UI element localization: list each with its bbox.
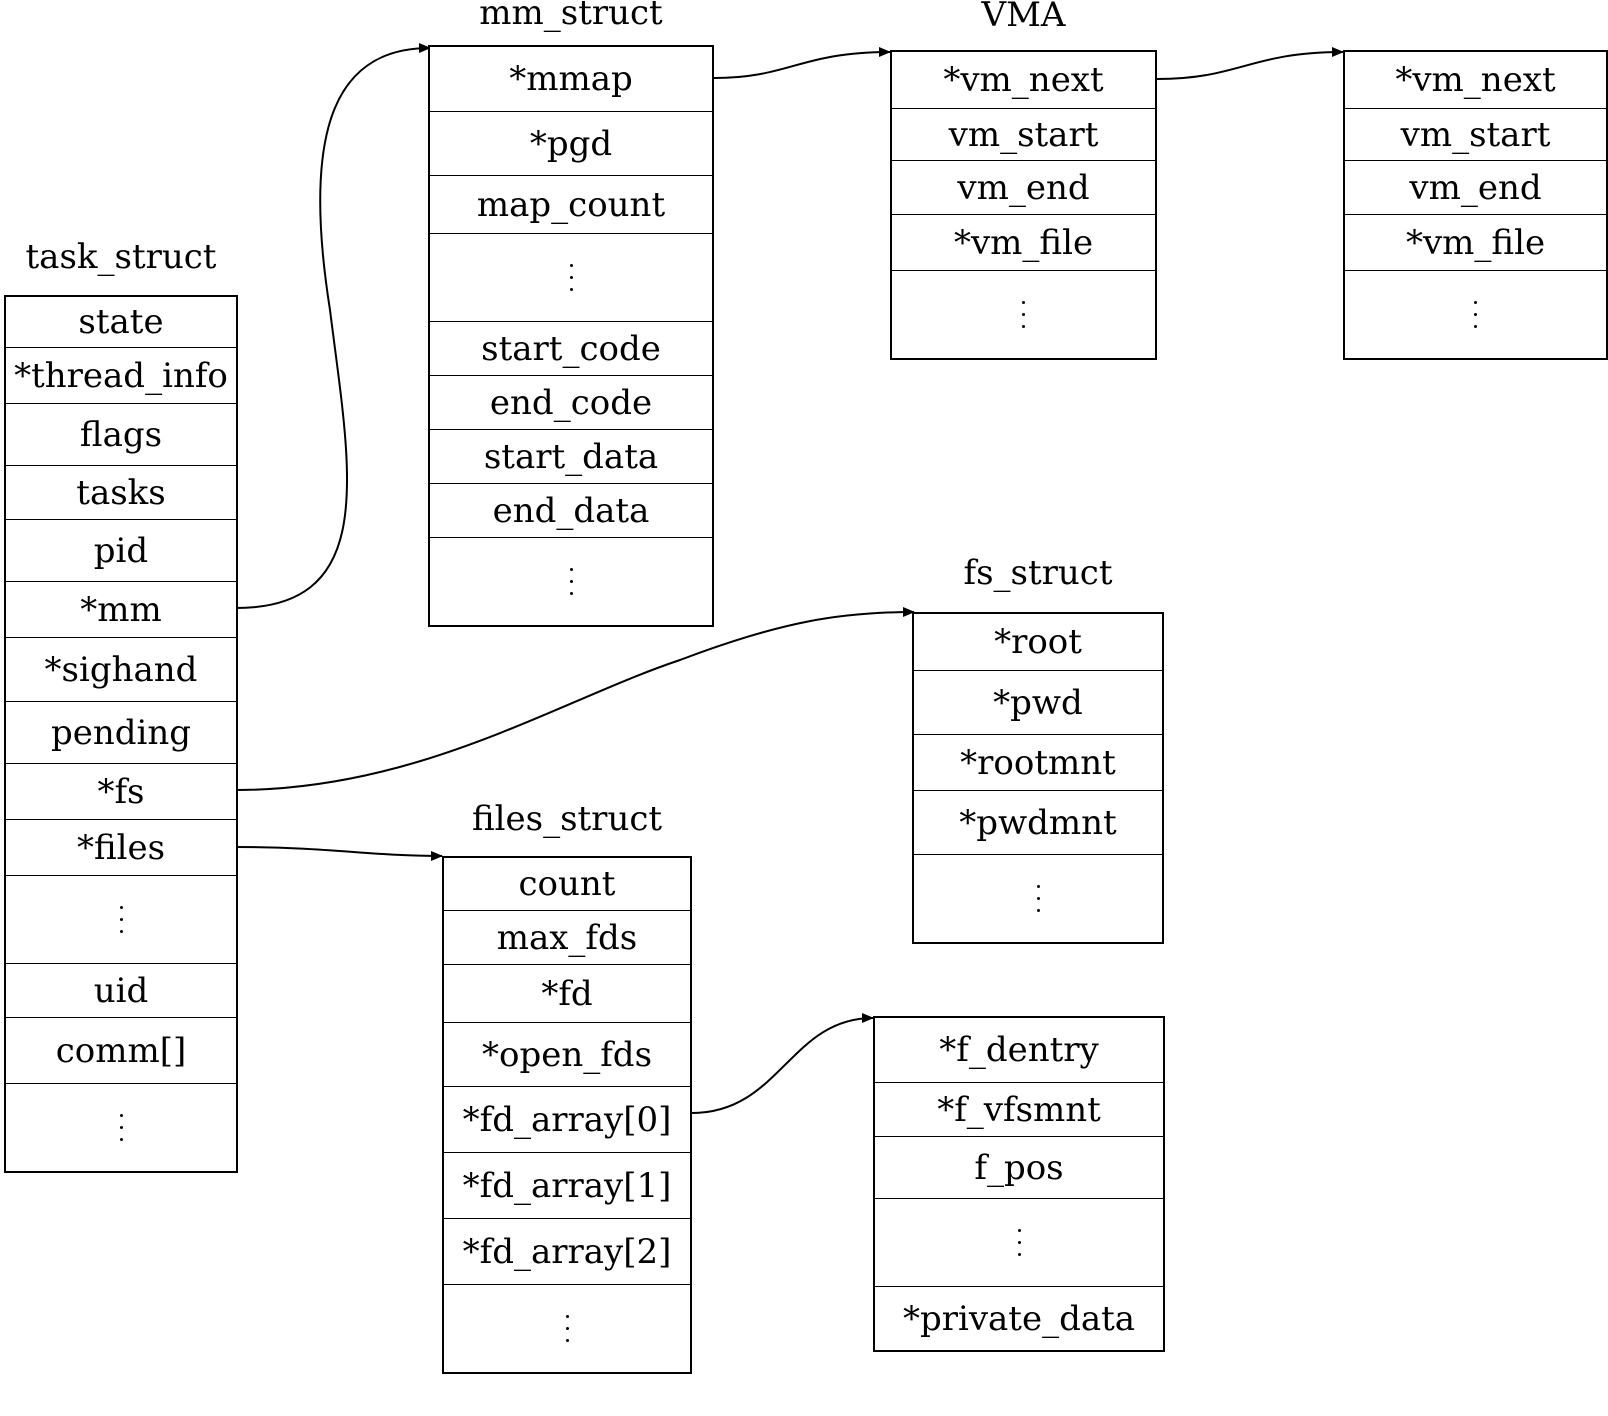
struct-field: pid: [6, 519, 236, 581]
struct-field: comm[]: [6, 1017, 236, 1083]
struct-field: *vm_next: [943, 60, 1104, 100]
vertical-ellipsis-icon: [569, 264, 573, 291]
struct-box: *vm_next vm_start vm_end *vm_file: [890, 50, 1157, 360]
connector-mmap-to-vma: [713, 47, 891, 79]
struct-field: tasks: [6, 465, 236, 519]
connector-fd-array-to-file: [691, 1013, 874, 1114]
struct-field: *fd_array[0]: [444, 1086, 690, 1152]
struct-title: VMA: [981, 0, 1066, 35]
struct-field: *pgd: [430, 111, 712, 175]
field-ellipsis: [875, 1198, 1163, 1286]
connector-files-to-files-struct: [235, 846, 443, 861]
connector-fs-to-fs-struct: [235, 607, 915, 791]
struct-field: *thread_info: [6, 347, 236, 403]
struct-box: *vm_next vm_start vm_end *vm_file: [1343, 50, 1608, 360]
struct-field: vm_start: [1345, 108, 1606, 160]
field-ellipsis: [6, 875, 236, 963]
struct-field: *vm_file: [892, 214, 1155, 270]
field-ellipsis: [914, 854, 1162, 942]
field-ellipsis: [892, 270, 1155, 358]
struct-field: *f_vfsmnt: [875, 1082, 1163, 1136]
vertical-ellipsis-icon: [119, 1114, 123, 1141]
struct-field: *mm: [6, 581, 236, 637]
field-ellipsis: [1345, 270, 1606, 358]
struct-field: *fs: [6, 763, 236, 819]
vertical-ellipsis-icon: [1022, 301, 1025, 328]
struct-field: uid: [6, 963, 236, 1017]
vertical-ellipsis-icon: [1474, 301, 1477, 328]
struct-field: count: [518, 864, 616, 904]
struct-field: map_count: [430, 175, 712, 233]
struct-field: flags: [6, 403, 236, 465]
struct-field: *mmap: [509, 59, 633, 99]
vertical-ellipsis-icon: [1036, 885, 1040, 912]
struct-title: files_struct: [471, 799, 663, 839]
field-ellipsis: [430, 233, 712, 321]
vertical-ellipsis-icon: [569, 568, 573, 595]
struct-field: *fd_array[2]: [444, 1218, 690, 1284]
struct-field: *sighand: [6, 637, 236, 701]
struct-field: *pwdmnt: [914, 790, 1162, 854]
struct-field: *fd_array[1]: [444, 1152, 690, 1218]
struct-title: task_struct: [25, 237, 217, 277]
struct-field: vm_start: [892, 108, 1155, 160]
struct-box: count max_fds *fd *open_fds *fd_array[0] *fd_…: [442, 856, 692, 1374]
struct-field: *pwd: [914, 670, 1162, 734]
field-ellipsis: [430, 537, 712, 625]
struct-box: *f_dentry *f_vfsmnt f_pos *private_data: [873, 1016, 1165, 1352]
struct-field: *root: [994, 622, 1082, 662]
struct-field: vm_end: [1345, 160, 1606, 214]
struct-box: *root *pwd *rootmnt *pwdmnt: [912, 612, 1164, 944]
struct-field: *fd: [444, 964, 690, 1022]
field-ellipsis: [6, 1083, 236, 1171]
struct-field: *rootmnt: [914, 734, 1162, 790]
struct-field: start_data: [430, 429, 712, 483]
struct-field: *vm_file: [1345, 214, 1606, 270]
struct-field: end_code: [430, 375, 712, 429]
struct-field: start_code: [430, 321, 712, 375]
vertical-ellipsis-icon: [119, 906, 123, 933]
struct-title: mm_struct: [479, 0, 663, 33]
vertical-ellipsis-icon: [565, 1315, 569, 1342]
struct-title: fs_struct: [963, 553, 1113, 593]
field-ellipsis: [444, 1284, 690, 1372]
vertical-ellipsis-icon: [1017, 1229, 1021, 1256]
struct-field: pending: [6, 701, 236, 763]
struct-field: vm_end: [892, 160, 1155, 214]
struct-field: *private_data: [875, 1286, 1163, 1350]
struct-field: f_pos: [875, 1136, 1163, 1198]
struct-field: max_fds: [444, 910, 690, 964]
struct-field: *files: [6, 819, 236, 875]
struct-field: *vm_next: [1395, 60, 1556, 100]
struct-field: end_data: [430, 483, 712, 537]
struct-box: *mmap *pgd map_count start_code end_code star…: [428, 45, 714, 627]
struct-field: state: [78, 302, 164, 342]
connector-vm-next-to-vma: [1156, 47, 1344, 80]
struct-field: *f_dentry: [939, 1030, 1099, 1070]
connector-mm-to-mm-struct: [235, 43, 431, 609]
struct-field: *open_fds: [444, 1022, 690, 1086]
struct-box: state *thread_info flags tasks pid *mm *sighan…: [4, 295, 238, 1173]
